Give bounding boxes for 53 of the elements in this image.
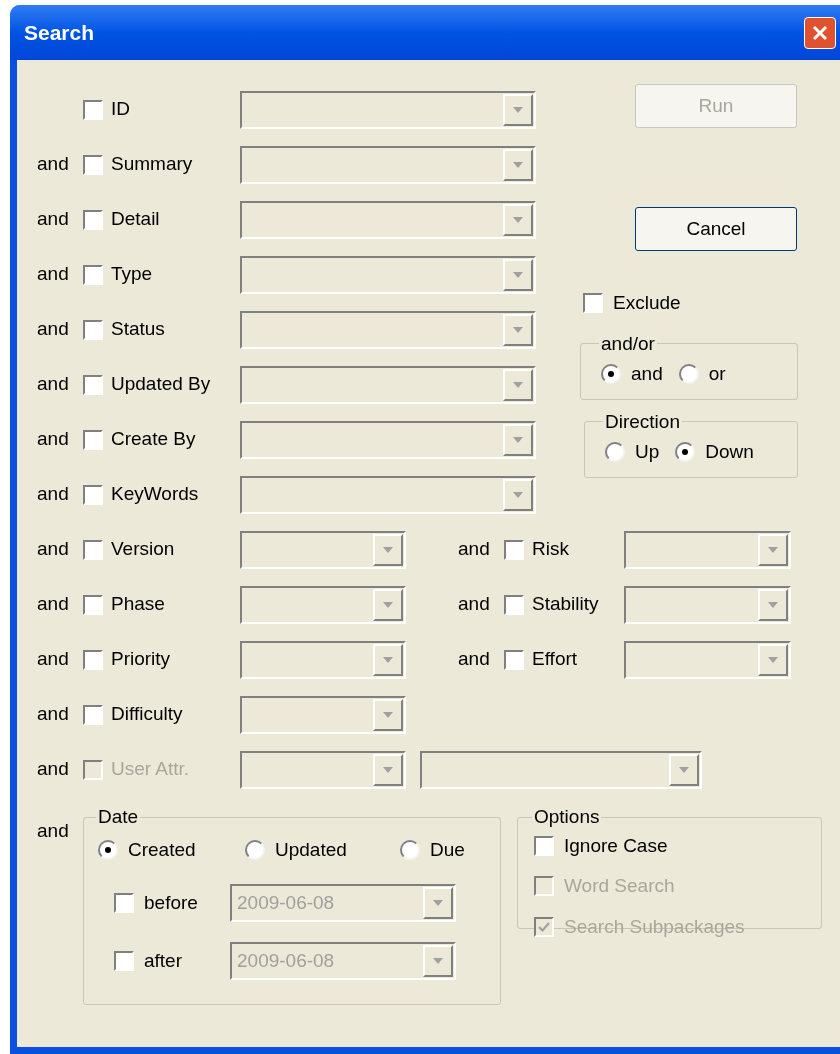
dropdown-field[interactable]: 2009-06-08: [230, 884, 456, 922]
checkbox-label: Type: [111, 263, 153, 285]
conjunction-label: and: [37, 428, 69, 450]
radio-label: Created: [128, 837, 196, 862]
conjunction-label: and: [37, 483, 69, 505]
conjunction-label: and: [37, 538, 69, 560]
group-title: and/or: [601, 332, 655, 354]
checkbox-label: Ignore Case: [564, 833, 668, 858]
dropdown-field[interactable]: 2009-06-08: [230, 942, 456, 980]
checkbox-label: Effort: [532, 648, 578, 670]
conjunction-label: and: [37, 373, 69, 395]
conjunction-label: and: [37, 703, 69, 725]
checkbox-label: ID: [111, 98, 130, 120]
radio-label: Up: [635, 440, 660, 464]
checkbox-label: Phase: [111, 593, 165, 615]
checkbox-label: Search Subpackages: [564, 914, 745, 939]
conjunction-label: and: [37, 648, 69, 670]
cancel-button[interactable]: Cancel: [635, 207, 797, 251]
checkbox-label: before: [144, 891, 198, 913]
checkbox-label: Exclude: [613, 291, 681, 315]
window-title: Search: [24, 19, 96, 46]
checkbox-label: after: [144, 949, 183, 971]
conjunction-label: and: [37, 318, 69, 340]
checkbox-label: Difficulty: [111, 703, 183, 725]
checkbox-label: Status: [111, 318, 165, 340]
checkbox-label: Detail: [111, 208, 160, 230]
checkbox-label: KeyWords: [111, 483, 199, 505]
conjunction-label: and: [37, 593, 69, 615]
checkbox-label: Summary: [111, 153, 193, 175]
group-title: Options: [534, 806, 600, 827]
conjunction-label: and: [37, 208, 69, 230]
checkbox-label: Stability: [532, 593, 599, 615]
checkbox-label: Version: [111, 538, 175, 560]
radio-label: or: [708, 362, 726, 386]
radio-label: and: [631, 362, 663, 386]
conjunction-label: and: [37, 153, 69, 175]
conjunction-label: and: [458, 648, 490, 670]
conjunction-label: and: [37, 758, 69, 780]
conjunction-label: and: [458, 538, 490, 560]
conjunction-label: and: [458, 593, 490, 615]
group-title: Date: [98, 806, 139, 827]
conjunction-label: and: [37, 820, 69, 841]
conjunction-label: and: [37, 263, 69, 285]
checkbox-label: Create By: [111, 428, 196, 450]
radio-label: Down: [705, 440, 754, 464]
checkbox-label: Word Search: [564, 874, 675, 898]
group-title: Direction: [605, 410, 680, 432]
checkbox-label: Risk: [532, 538, 569, 560]
checkbox-label: User Attr.: [111, 758, 190, 780]
checkbox-label: Priority: [111, 648, 171, 670]
radio-label: Updated: [275, 837, 347, 862]
checkbox-label: Updated By: [111, 373, 211, 395]
radio-label: Due: [430, 837, 465, 862]
